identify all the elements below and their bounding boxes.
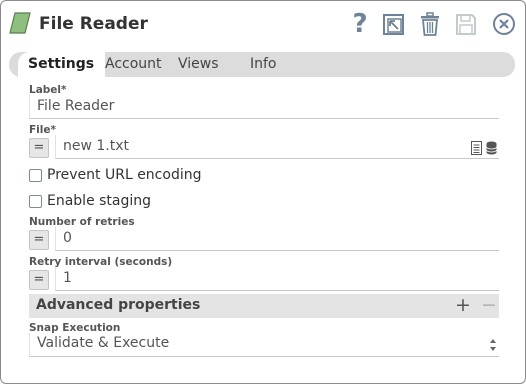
expand-icon[interactable] [381,10,407,38]
file-field-title: File* [29,124,56,136]
retry-interval-expression-toggle[interactable]: = [29,270,49,290]
add-property-button[interactable]: + [455,294,471,316]
dialog-title: File Reader [39,14,148,34]
snap-icon [9,12,31,34]
label-input[interactable]: File Reader [29,95,499,119]
checkbox-label: Prevent URL encoding [47,167,202,183]
snap-execution-value: Validate & Execute [37,335,170,351]
help-icon[interactable]: ? [347,10,373,38]
select-arrows-icon [490,339,496,351]
remove-property-button[interactable]: − [481,294,497,316]
database-icon[interactable] [486,141,497,155]
tab-info[interactable]: Info [250,52,277,77]
retry-interval-input[interactable]: 1 [55,267,499,291]
snap-settings-dialog: File Reader ? Settings Account Views Inf… [0,0,526,384]
file-input-value: new 1.txt [63,138,130,154]
retries-expression-toggle[interactable]: = [29,230,49,250]
checkbox-box[interactable] [29,195,42,208]
file-input[interactable]: new 1.txt [55,135,499,159]
save-icon[interactable] [453,10,479,38]
tab-views[interactable]: Views [178,52,219,77]
delete-icon[interactable] [417,10,443,38]
retries-input[interactable]: 0 [55,227,499,251]
close-icon[interactable] [491,10,517,38]
tab-bar: Settings Account Views Info [9,52,515,77]
checkbox-box[interactable] [29,169,42,182]
checkbox-label: Enable staging [47,193,152,209]
advanced-properties-title: Advanced properties [36,297,201,313]
dialog-header: File Reader ? [1,1,525,45]
tab-account[interactable]: Account [105,52,162,77]
browse-file-icon[interactable] [471,141,482,155]
file-expression-toggle[interactable]: = [29,138,49,158]
advanced-properties-bar[interactable]: Advanced properties + − [29,294,499,318]
enable-staging-checkbox[interactable]: Enable staging [29,193,159,211]
snap-execution-select[interactable]: Validate & Execute [29,333,499,357]
tab-settings[interactable]: Settings [17,52,105,77]
prevent-url-encoding-checkbox[interactable]: Prevent URL encoding [29,167,202,185]
